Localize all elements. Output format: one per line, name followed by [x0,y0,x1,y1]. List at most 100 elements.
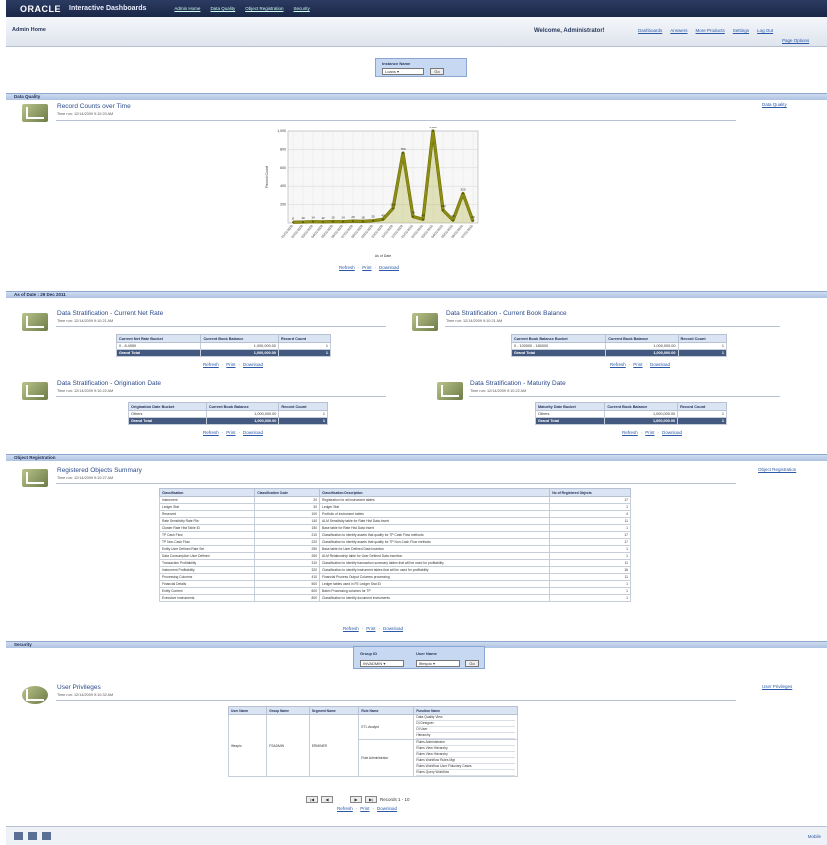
strat-maturity-links: Refresh · Print · Download [622,430,683,435]
refresh-icon[interactable] [28,832,37,840]
print-link[interactable]: Print [645,430,654,435]
cell: ALM Relationship table for User Defined … [319,552,551,560]
divider [469,396,780,397]
cell: 310 [254,559,321,567]
divider [56,700,736,701]
print-link[interactable]: Print [633,362,642,367]
refresh-link[interactable]: Refresh [343,626,359,631]
cell[interactable]: Processing Columns [158,573,256,581]
settings-link[interactable]: Settings [733,28,749,33]
cell[interactable]: 0 - 8.4950 [115,342,202,350]
data-label: 40 [381,213,385,217]
cell: 1 [277,342,332,350]
col-header: Origination Date Bucket [128,402,207,411]
logout-link[interactable]: Log Out [757,28,773,33]
cell: 1,000,000.00 [205,410,280,418]
cell[interactable]: 0 - 100000 - 180000 [510,342,607,350]
refresh-link[interactable]: Refresh [203,362,219,367]
data-quality-link[interactable]: Data Quality [762,102,787,107]
data-label: 18 [361,215,365,219]
refresh-link[interactable]: Refresh [203,430,219,435]
table-row: Entity Context 600 Batch Processing column… [158,587,631,595]
cell: 1 [549,503,631,511]
strat-origination-table: Origination Date Bucket Current Book Bala… [128,402,328,425]
footer-link[interactable]: Mobile [808,834,821,839]
cell: 1 [549,587,631,595]
download-link[interactable]: Download [650,362,670,367]
cell[interactable]: TP Cash Flow [158,531,256,539]
instance-select[interactable]: Loans ▾ [382,68,424,75]
refresh-link[interactable]: Refresh [622,430,638,435]
data-point [292,221,294,224]
data-label: 320 [460,188,465,192]
home-icon[interactable] [14,832,23,840]
cell[interactable]: Executive Instruments [158,594,256,602]
tab-object-registration[interactable]: Object Registration [245,6,283,11]
top-banner: ORACLE Interactive Dashboards Admin Home… [6,0,827,17]
cell[interactable]: Instrument [158,496,256,504]
tab-data-quality[interactable]: Data Quality [210,6,235,11]
more-products-link[interactable]: More Products [696,28,725,33]
download-link[interactable]: Download [243,430,263,435]
strat-book-balance-title: Data Stratification - Current Book Balan… [446,310,567,317]
download-link[interactable]: Download [662,430,682,435]
cell: 1 [549,524,631,532]
cell[interactable]: Reserved [158,510,256,518]
print-link[interactable]: Print [226,430,235,435]
prev-page-button[interactable]: ◀ [321,796,333,803]
registered-objects-subtitle: Time run: 12/14/2009 9:10:27 AM [57,476,114,480]
tab-admin-home[interactable]: Admin Home [174,6,200,11]
cell: 1 [677,342,728,350]
print-link[interactable]: Print [226,362,235,367]
instance-prompt: Instance Name Loans ▾ Go [375,58,467,77]
divider [445,326,780,327]
cell[interactable]: Entity User Defined Rate Set [158,545,256,553]
cell[interactable]: Others [128,410,207,418]
cell: 1,000,000.00 [205,417,280,425]
col-header: Group Name [266,706,310,715]
group-id-select[interactable]: INVADMIN ▾ [360,660,404,667]
last-page-button[interactable]: ▶| [365,796,377,803]
tab-security[interactable]: Security [293,6,309,11]
cell: 1,000,000.00 [604,410,679,418]
cell[interactable]: TP Non-Cash Flow [158,538,256,546]
cell[interactable]: Data Consumption User Defined [158,552,256,560]
cell[interactable]: Others [534,410,606,418]
download-link[interactable]: Download [383,626,403,631]
cell[interactable]: Instrument Profitability [158,566,256,574]
answers-link[interactable]: Answers [670,28,687,33]
download-link[interactable]: Download [379,265,399,270]
table-row: Transaction Profitability 310 Classificati… [158,559,631,567]
cell[interactable]: Cluster Rate Hist Table ID [158,524,256,532]
refresh-link[interactable]: Refresh [339,265,355,270]
strat-book-balance-links: Refresh · Print · Download [610,362,671,367]
user-name-select[interactable]: Iftespio ▾ [416,660,460,667]
section-title: Data Quality [14,94,41,99]
refresh-link[interactable]: Refresh [610,362,626,367]
cell: 1 [277,349,332,357]
first-page-button[interactable]: |◀ [306,796,318,803]
print-link[interactable]: Print [360,806,369,811]
cell: 100 [254,510,321,518]
instance-go-button[interactable]: Go [430,68,444,75]
download-link[interactable]: Download [377,806,397,811]
security-go-button[interactable]: Go [465,660,479,667]
download-link[interactable]: Download [243,362,263,367]
page-options-link[interactable]: Page Options [782,38,809,43]
user-privileges-link[interactable]: User Privileges [762,684,792,689]
table-row: Cluster Rate Hist Table ID 150 Base table … [158,524,631,532]
object-registration-link[interactable]: Object Registration [758,467,796,472]
cell[interactable]: Transaction Profitability [158,559,256,567]
cell[interactable]: Ledger Stat [158,503,256,511]
next-page-button[interactable]: ▶ [350,796,362,803]
cell[interactable]: Entity Context [158,587,256,595]
cell[interactable]: Rate Sensitivity Rate File [158,517,256,525]
cell[interactable]: Financial Details [158,580,256,588]
table-row: Reserved 100 Portfolio of instrument table… [158,510,631,518]
print-icon[interactable] [42,832,51,840]
refresh-link[interactable]: Refresh [337,806,353,811]
cell: 1,000,000.00 [605,349,679,357]
print-link[interactable]: Print [366,626,375,631]
print-link[interactable]: Print [362,265,371,270]
dashboards-link[interactable]: Dashboards [638,28,662,33]
